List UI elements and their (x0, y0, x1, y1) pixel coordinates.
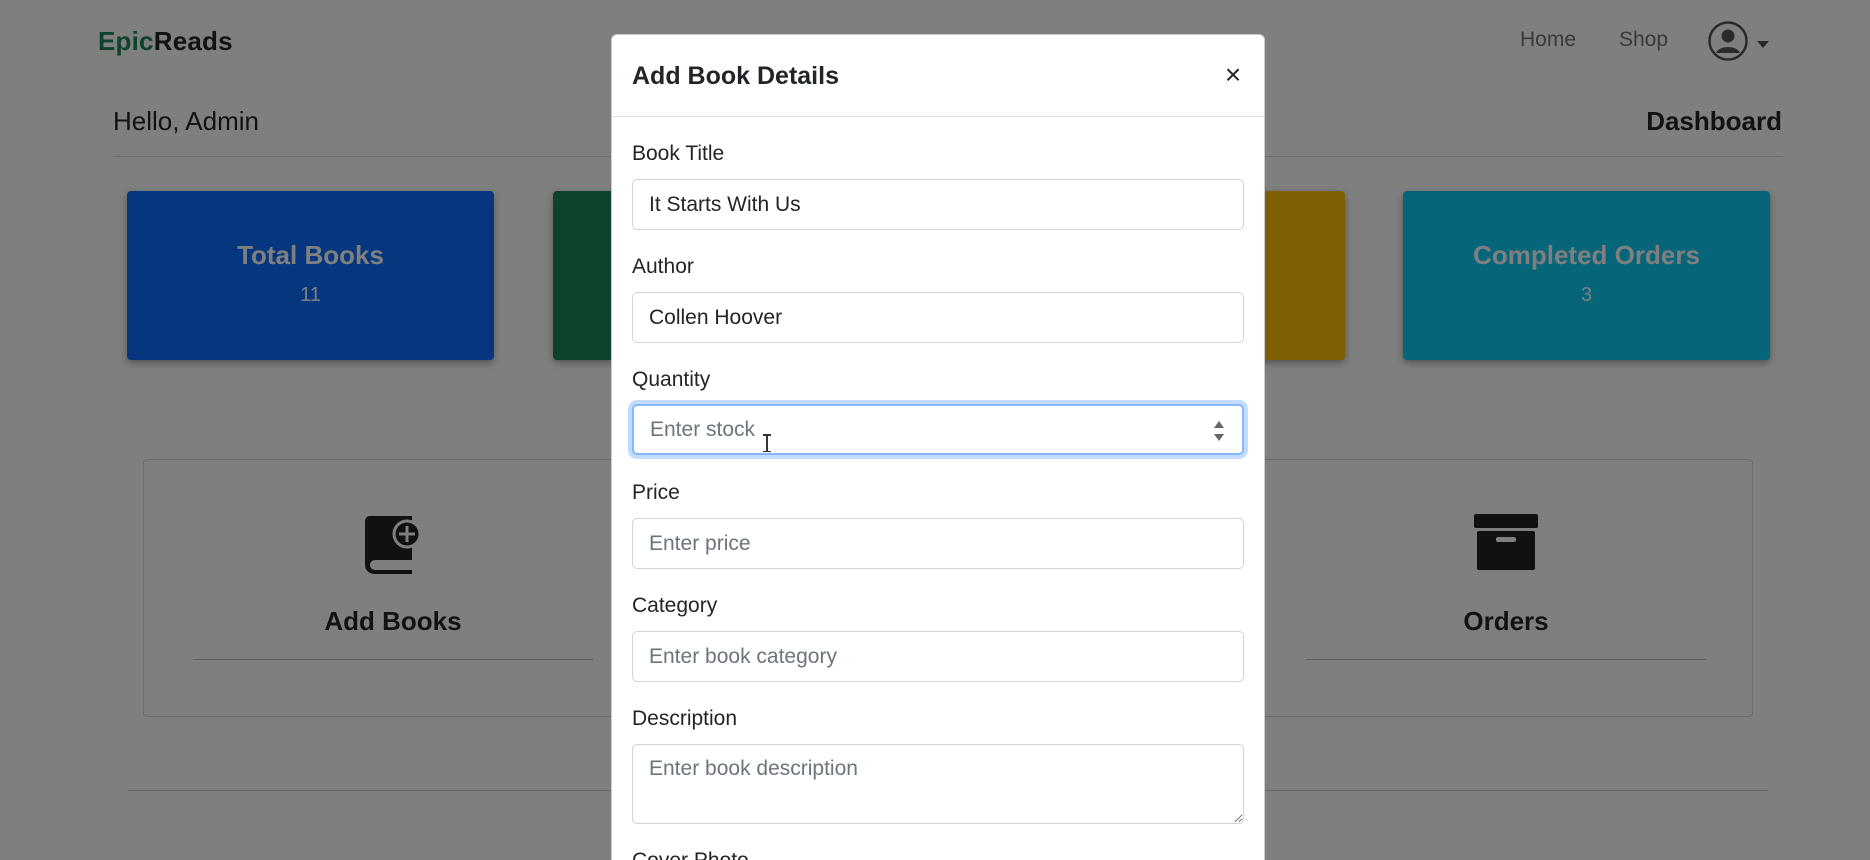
modal-title: Add Book Details (632, 62, 839, 90)
add-book-modal: Add Book Details × Book Title Author Qua… (611, 34, 1265, 860)
cover-photo-label: Cover Photo (632, 849, 749, 860)
category-input[interactable] (632, 631, 1244, 682)
quantity-input[interactable] (632, 404, 1244, 455)
page: EpicReads Home Shop Hello, Admin Dashboa… (0, 0, 1870, 860)
quantity-label: Quantity (632, 368, 711, 391)
modal-header: Add Book Details × (612, 35, 1264, 117)
author-label: Author (632, 255, 694, 278)
book-title-input[interactable] (632, 179, 1244, 230)
stepper-up-icon[interactable] (1214, 421, 1224, 428)
stepper-down-icon[interactable] (1214, 434, 1224, 441)
close-icon[interactable]: × (1219, 61, 1247, 89)
author-input[interactable] (632, 292, 1244, 343)
price-label: Price (632, 481, 680, 504)
price-input[interactable] (632, 518, 1244, 569)
quantity-stepper[interactable] (1212, 418, 1226, 446)
category-label: Category (632, 594, 718, 617)
description-textarea[interactable] (632, 744, 1244, 824)
description-label: Description (632, 707, 738, 730)
text-cursor-icon (762, 434, 772, 452)
book-title-label: Book Title (632, 142, 725, 165)
